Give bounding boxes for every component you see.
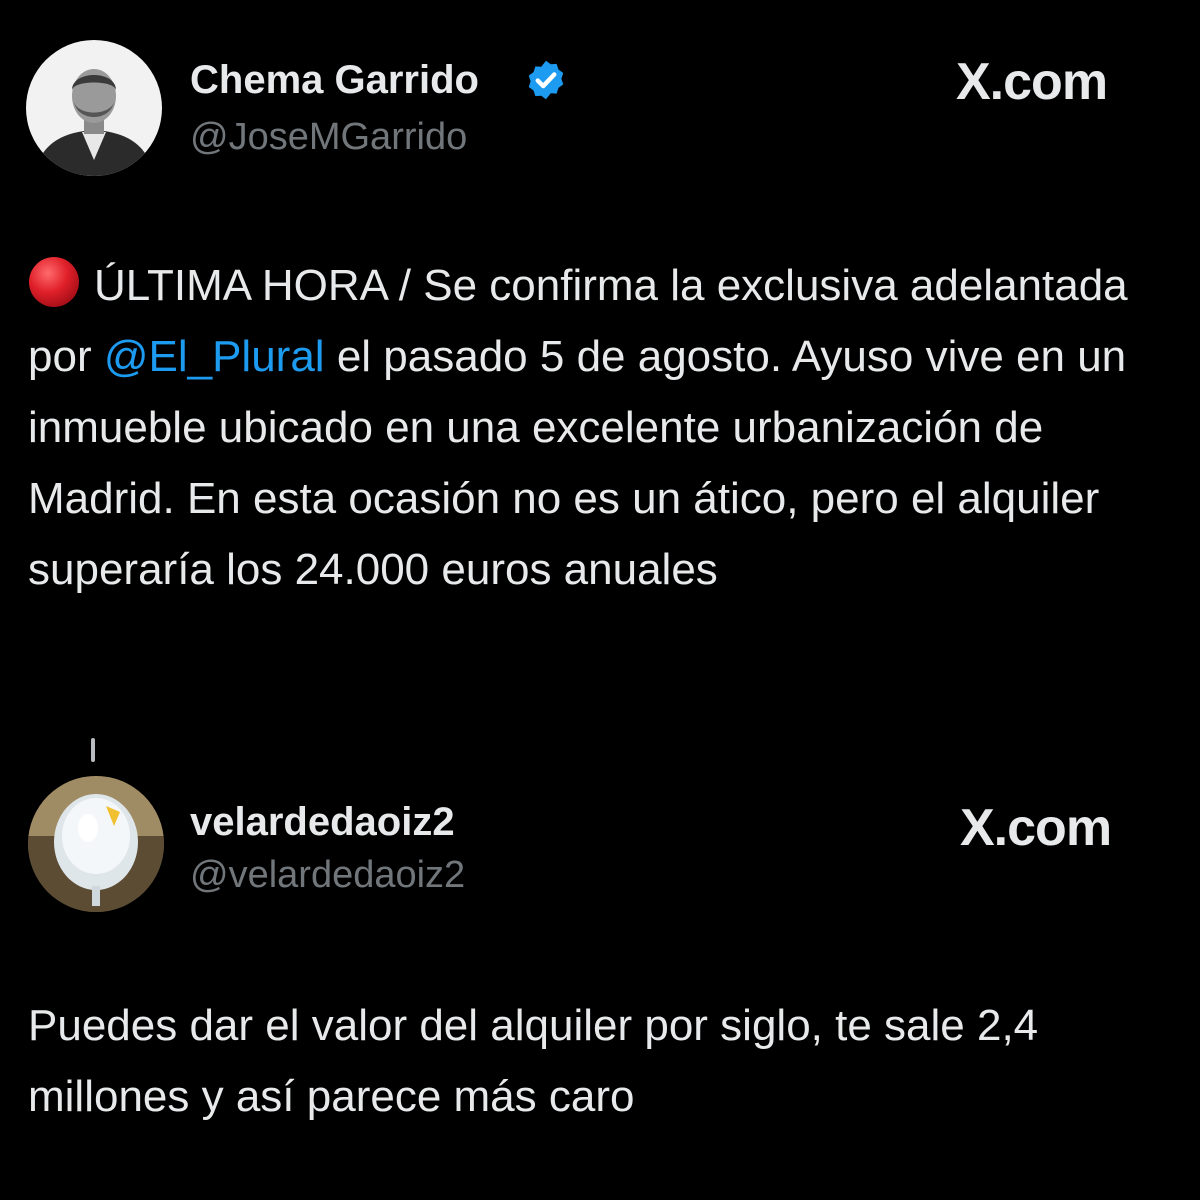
thread-connector [91, 738, 95, 762]
mention-link[interactable]: @El_Plural [104, 332, 325, 381]
reply-author-handle[interactable]: @velardedaoiz2 [190, 856, 465, 894]
red-circle-icon [29, 257, 79, 307]
reply-text: Puedes dar el valor del alquiler por sig… [28, 1001, 1039, 1121]
post-text: ÚLTIMA HORA / Se confirma la exclusiva a… [28, 250, 1168, 605]
author-avatar[interactable] [26, 40, 162, 176]
author-display-name[interactable]: Chema Garrido [190, 60, 479, 100]
x-logo[interactable]: X.com [956, 56, 1108, 108]
reply-x-logo[interactable]: X.com [960, 802, 1112, 854]
reply-author-display-name[interactable]: velardedaoiz2 [190, 802, 455, 842]
author-avatar-image [26, 40, 162, 176]
verified-badge-icon [528, 60, 564, 100]
reply-avatar-image [28, 776, 164, 912]
reply-author-avatar[interactable] [28, 776, 164, 912]
author-handle[interactable]: @JoseMGarrido [190, 118, 467, 156]
